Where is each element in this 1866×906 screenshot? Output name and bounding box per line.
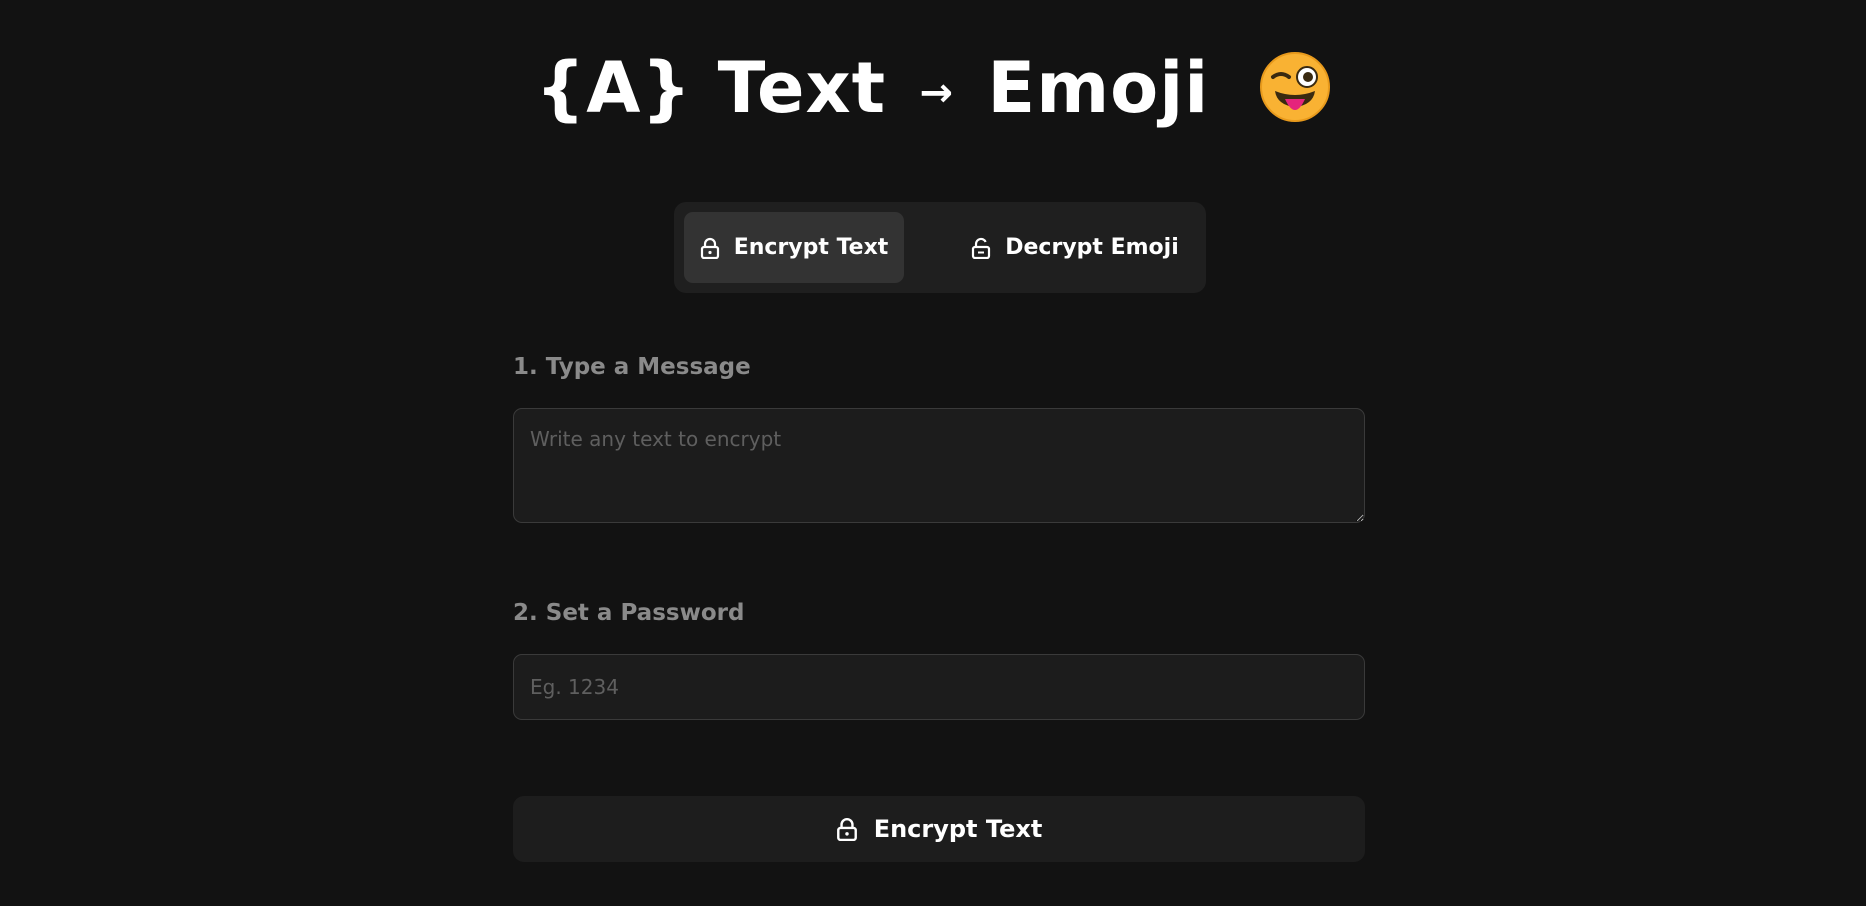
lock-icon [700,237,719,259]
message-input[interactable] [513,408,1365,523]
unlock-icon [972,237,991,259]
title-left-text: {A} Text [535,47,887,129]
encrypt-button-label: Encrypt Text [873,815,1043,843]
tab-decrypt-label: Decrypt Emoji [1005,235,1179,260]
lock-icon [836,818,857,841]
message-label: 1. Type a Message [513,354,751,380]
password-input[interactable] [513,654,1365,720]
tab-encrypt-label: Encrypt Text [733,235,889,260]
app-page: {A} Text → Emoji Encrypt Text Decrypt Em… [0,0,1866,906]
password-label: 2. Set a Password [513,600,745,626]
arrow-icon: → [919,69,955,116]
tab-decrypt-emoji[interactable]: Decrypt Emoji [954,212,1196,283]
encrypt-button[interactable]: Encrypt Text [513,796,1365,862]
winking-face-with-tongue-icon [1259,51,1331,123]
tab-encrypt-text[interactable]: Encrypt Text [684,212,904,283]
title-right-text: Emoji [987,47,1210,129]
page-title: {A} Text → Emoji [0,40,1866,141]
mode-tabs: Encrypt Text Decrypt Emoji [674,202,1206,293]
